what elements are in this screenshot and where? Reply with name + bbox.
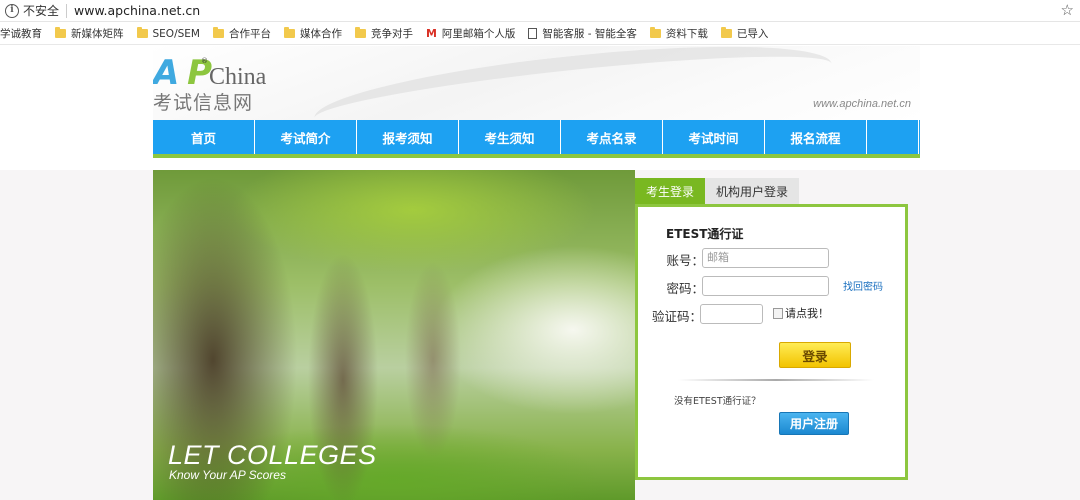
info-icon[interactable]: i [5, 3, 19, 18]
gmail-icon: M [425, 27, 437, 40]
nav-item-exam-schedule[interactable]: 考试时间 [663, 120, 765, 154]
login-button[interactable]: 登录 [779, 342, 851, 368]
address-bar[interactable]: i 不安全 www.apchina.net.cn ☆ [0, 0, 1080, 22]
bookmark-item[interactable]: 学诚教育 [0, 26, 42, 41]
page-icon [528, 28, 538, 39]
bookmark-label: 媒体合作 [299, 28, 342, 40]
divider [678, 379, 874, 381]
nav-item-registration-notice[interactable]: 报考须知 [357, 120, 459, 154]
folder-icon [55, 27, 66, 38]
header-decoration [310, 46, 836, 120]
bookmark-item[interactable]: 媒体合作 [283, 26, 342, 41]
password-input[interactable] [702, 276, 829, 296]
site-header: A P ® China 考试信息网 www.apchina.net.cn [153, 46, 920, 120]
tab-candidate-login[interactable]: 考生登录 [635, 178, 706, 204]
bookmark-item[interactable]: 智能客服 - 智能全客 [528, 26, 637, 41]
folder-icon [136, 27, 148, 38]
panel-title: ETEST通行证 [666, 227, 744, 241]
bookmarks-bar: 学诚教育 新媒体矩阵 SEO/SEM 合作平台 媒体合作 竞争对手 M 阿里邮箱… [0, 23, 1080, 45]
nav-item-registration-process[interactable]: 报名流程 [765, 120, 867, 154]
bookmark-label: 竞争对手 [370, 28, 413, 40]
site-logo[interactable]: A P ® China 考试信息网 [153, 53, 266, 115]
logo-registered: ® [201, 57, 208, 65]
hero-subline: Know Your AP Scores [169, 468, 286, 482]
nav-item-candidate-notice[interactable]: 考生须知 [459, 120, 561, 154]
url-text[interactable]: www.apchina.net.cn [74, 3, 200, 18]
logo-ap-text: A [153, 53, 179, 93]
bookmark-label: 新媒体矩阵 [71, 28, 124, 40]
logo-chinese-name: 考试信息网 [153, 92, 254, 114]
folder-icon [212, 27, 224, 38]
bookmark-label: 阿里邮箱个人版 [441, 28, 516, 40]
bookmark-item[interactable]: 合作平台 [212, 26, 271, 41]
bookmark-item[interactable]: SEO/SEM [136, 27, 200, 40]
register-button[interactable]: 用户注册 [779, 412, 849, 435]
folder-icon [649, 27, 661, 38]
nav-item-test-centers[interactable]: 考点名录 [561, 120, 663, 154]
tab-institution-login[interactable]: 机构用户登录 [705, 178, 800, 204]
captcha-alt-text: 请点我！ [785, 307, 829, 320]
captcha-image[interactable]: 请点我！ [773, 305, 829, 321]
account-label: 账号： [666, 253, 704, 268]
divider [66, 3, 68, 18]
folder-icon [283, 27, 295, 38]
bookmark-label: 已导入 [736, 28, 769, 40]
broken-image-icon [773, 307, 783, 319]
folder-icon [720, 27, 732, 38]
bookmark-label: 智能客服 - 智能全客 [542, 28, 637, 40]
bookmark-item[interactable]: 竞争对手 [354, 26, 413, 41]
password-label: 密码： [666, 281, 704, 296]
bookmark-item[interactable]: M 阿里邮箱个人版 [426, 26, 515, 41]
login-tabs: 考生登录 机构用户登录 [635, 178, 800, 204]
logo-china: China [209, 64, 267, 90]
bookmark-item[interactable]: 新媒体矩阵 [55, 26, 124, 41]
main-nav: 首页 考试简介 报考须知 考生须知 考点名录 考试时间 报名流程 [153, 120, 920, 158]
security-label: 不安全 [23, 4, 60, 18]
forgot-password-link[interactable]: 找回密码 [843, 278, 883, 293]
captcha-label: 验证码： [652, 309, 703, 324]
bookmark-label: SEO/SEM [152, 27, 200, 40]
hero-banner: LET COLLEGES Know Your AP Scores [153, 170, 635, 500]
hero-headline: LET COLLEGES [168, 440, 377, 470]
captcha-input[interactable] [700, 304, 763, 324]
account-input[interactable]: 邮箱 [702, 248, 829, 268]
nav-item-home[interactable]: 首页 [153, 120, 255, 154]
login-panel: ETEST通行证 账号： 邮箱 密码： 找回密码 验证码： 请点我！ 登录 没有… [635, 204, 908, 480]
bookmark-star-icon[interactable]: ☆ [1061, 1, 1074, 19]
folder-icon [354, 27, 366, 38]
header-site-url: www.apchina.net.cn [813, 98, 911, 110]
nav-spacer [867, 120, 919, 154]
login-area: 考生登录 机构用户登录 ETEST通行证 账号： 邮箱 密码： 找回密码 验证码… [635, 178, 920, 480]
bookmark-label: 合作平台 [228, 28, 271, 40]
bookmark-item[interactable]: 资料下载 [649, 26, 708, 41]
no-account-text: 没有ETEST通行证？ [674, 396, 761, 407]
nav-item-exam-intro[interactable]: 考试简介 [255, 120, 357, 154]
bookmark-label: 资料下载 [665, 28, 708, 40]
bookmark-item[interactable]: 已导入 [720, 26, 769, 41]
bookmark-label: 学诚教育 [0, 28, 42, 40]
